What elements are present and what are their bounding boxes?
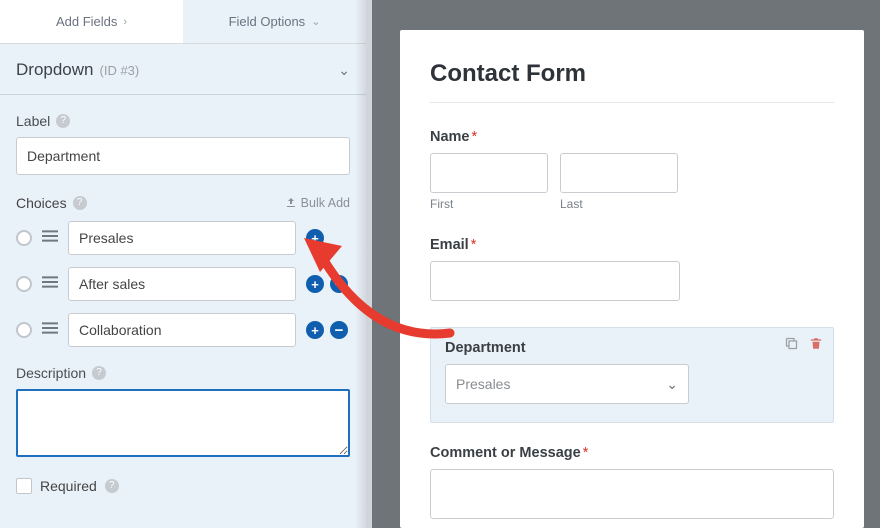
remove-choice-button[interactable]: − <box>330 321 348 339</box>
field-type-title: Dropdown <box>16 60 94 80</box>
required-star-icon: * <box>471 237 477 253</box>
tab-add-fields[interactable]: Add Fields › <box>0 0 183 43</box>
form-title: Contact Form <box>430 60 834 88</box>
add-choice-button[interactable]: + <box>306 275 324 293</box>
upload-icon <box>285 197 297 209</box>
email-label: Email <box>430 237 469 253</box>
help-icon[interactable]: ? <box>92 366 106 380</box>
description-input[interactable] <box>16 389 350 457</box>
add-choice-button[interactable]: + <box>306 321 324 339</box>
field-department-selected[interactable]: Department Presales ⌄ <box>430 327 834 423</box>
help-icon[interactable]: ? <box>56 114 70 128</box>
field-name[interactable]: Name* First Last <box>430 129 834 211</box>
first-sublabel: First <box>430 197 548 211</box>
choice-default-radio[interactable] <box>16 276 32 292</box>
trash-icon[interactable] <box>809 336 823 351</box>
choice-row: + <box>16 221 350 255</box>
divider <box>430 102 834 103</box>
builder-tabs: Add Fields › Field Options ⌄ <box>0 0 366 44</box>
required-star-icon: * <box>583 445 589 461</box>
field-label-input[interactable] <box>16 137 350 175</box>
department-label: Department <box>445 340 819 356</box>
choice-default-radio[interactable] <box>16 322 32 338</box>
choice-input[interactable] <box>68 267 296 301</box>
drag-handle-icon[interactable] <box>42 321 58 339</box>
preview-area: Contact Form Name* First Last <box>372 0 880 528</box>
choices-label: Choices <box>16 195 67 211</box>
first-name-input[interactable] <box>430 153 548 193</box>
chevron-right-icon: › <box>123 16 127 28</box>
duplicate-icon[interactable] <box>784 336 799 351</box>
builder-sidebar: Add Fields › Field Options ⌄ Dropdown (I… <box>0 0 372 528</box>
choice-default-radio[interactable] <box>16 230 32 246</box>
department-selected-value: Presales <box>456 376 510 392</box>
choice-row: + − <box>16 313 350 347</box>
remove-choice-button[interactable]: − <box>330 275 348 293</box>
required-checkbox[interactable] <box>16 478 32 494</box>
drag-handle-icon[interactable] <box>42 275 58 293</box>
choice-row: + − <box>16 267 350 301</box>
drag-handle-icon[interactable] <box>42 229 58 247</box>
required-star-icon: * <box>472 129 478 145</box>
field-comment[interactable]: Comment or Message* <box>430 445 834 519</box>
choice-input[interactable] <box>68 221 296 255</box>
chevron-down-icon: ⌄ <box>338 62 350 79</box>
help-icon[interactable]: ? <box>105 479 119 493</box>
field-section-head[interactable]: Dropdown (ID #3) ⌄ <box>0 44 366 95</box>
comment-input[interactable] <box>430 469 834 519</box>
bulk-add-label: Bulk Add <box>301 196 350 210</box>
choice-input[interactable] <box>68 313 296 347</box>
description-label: Description <box>16 365 86 381</box>
help-icon[interactable]: ? <box>73 196 87 210</box>
tab-field-options[interactable]: Field Options ⌄ <box>183 0 366 43</box>
chevron-down-icon: ⌄ <box>311 15 320 28</box>
field-id-tag: (ID #3) <box>100 63 140 78</box>
last-name-input[interactable] <box>560 153 678 193</box>
name-label: Name <box>430 129 470 145</box>
field-email[interactable]: Email* <box>430 237 834 301</box>
department-select[interactable]: Presales ⌄ <box>445 364 689 404</box>
chevron-down-icon: ⌄ <box>666 376 678 393</box>
form-canvas: Contact Form Name* First Last <box>400 30 864 528</box>
tab-label: Field Options <box>229 14 306 29</box>
comment-label: Comment or Message <box>430 445 581 461</box>
bulk-add-button[interactable]: Bulk Add <box>285 196 350 210</box>
required-label: Required <box>40 478 97 494</box>
label-label: Label <box>16 113 50 129</box>
last-sublabel: Last <box>560 197 678 211</box>
tab-label: Add Fields <box>56 14 117 29</box>
email-input[interactable] <box>430 261 680 301</box>
add-choice-button[interactable]: + <box>306 229 324 247</box>
